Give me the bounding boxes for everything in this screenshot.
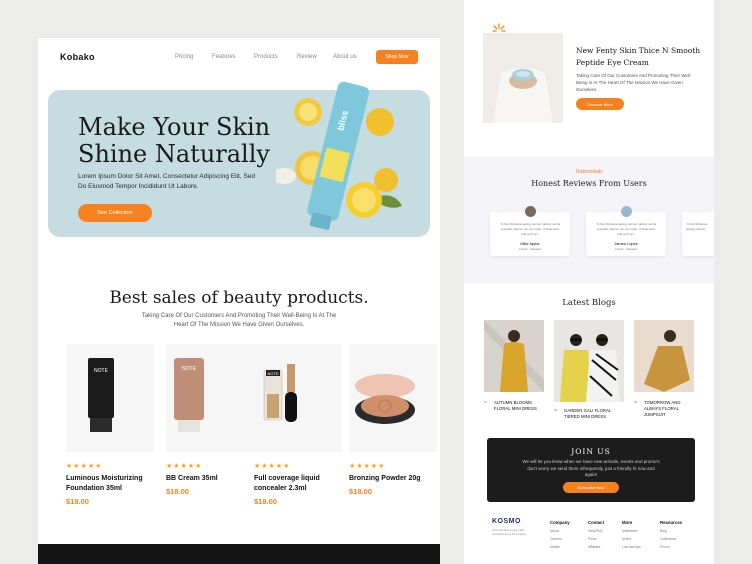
blog-card[interactable]: 04 TOMORROW AND ALWAYS FLORAL JUMPSUIT bbox=[634, 320, 694, 417]
product-price: $18.00 bbox=[349, 487, 372, 496]
testimonial-text: “In the Windows setting partner partner … bbox=[499, 222, 561, 236]
rating-stars: ★★★★★ bbox=[254, 463, 291, 470]
product-card[interactable]: NOTE ★★★★★ Full coverage liquid conceale… bbox=[254, 344, 342, 506]
nav-link-about[interactable]: About us bbox=[333, 54, 357, 60]
shop-now-button[interactable]: Shop Now bbox=[376, 50, 418, 64]
testimonials-title: Honest Reviews From Users bbox=[531, 179, 647, 188]
best-sales-subtitle: Taking Care Of Our Customers And Promoti… bbox=[141, 313, 337, 328]
join-title: JOIN US bbox=[571, 447, 611, 456]
feature-title: New Fenty Skin Thice N Smooth Peptide Ey… bbox=[576, 46, 701, 67]
rating-stars: ★★★★★ bbox=[349, 463, 386, 470]
testimonial-text: “In the Windows setting partner” bbox=[686, 222, 708, 231]
footer-heading: Resources bbox=[660, 520, 682, 525]
footer-heading: More bbox=[622, 520, 633, 525]
rating-stars: ★★★★★ bbox=[66, 463, 103, 470]
footer-link[interactable]: Airline bbox=[622, 537, 662, 541]
product-image[interactable] bbox=[349, 344, 437, 452]
blog-card[interactable]: 07 AUTUMN BLOOMS FLORAL MINI DRESS bbox=[484, 320, 544, 411]
nav-link-features[interactable]: Features bbox=[212, 54, 236, 60]
join-us-banner: JOIN US We will let you know when we hav… bbox=[487, 438, 695, 502]
product-price: $18.00 bbox=[66, 497, 89, 506]
avatar bbox=[525, 206, 536, 217]
footer-link[interactable]: Careers bbox=[550, 537, 590, 541]
blog-date: 04 bbox=[634, 400, 638, 404]
blog-date: 09 bbox=[554, 408, 558, 412]
product-price: $18.00 bbox=[254, 497, 277, 506]
product-name[interactable]: Full coverage liquid concealer 2.3ml bbox=[254, 474, 342, 494]
nav-link-review[interactable]: Review bbox=[297, 54, 317, 60]
product-card[interactable]: NOTE ★★★★★ BB Cream 35ml $18.00 bbox=[166, 344, 254, 496]
footer-column: Resources Blog Collections Promo bbox=[660, 520, 700, 549]
blog-name[interactable]: GARDEN GALI FLORAL TIERED MINI DRESS bbox=[564, 408, 626, 420]
mobile-page: New Fenty Skin Thice N Smooth Peptide Ey… bbox=[464, 0, 714, 564]
footer-link[interactable]: Blog bbox=[660, 529, 700, 533]
testimonial-location: Lahore, Pakistan bbox=[614, 247, 638, 251]
landing-page: Kobako Pricing Features Products Review … bbox=[38, 38, 440, 564]
feature-subtitle: Taking Care Of Our Customers And Promoti… bbox=[576, 73, 692, 92]
join-subtitle: We will let you know when we have new ar… bbox=[522, 459, 660, 477]
product-name[interactable]: Luminous Moisturizing Foundation 35ml bbox=[66, 474, 154, 494]
product-name[interactable]: BB Cream 35ml bbox=[166, 474, 254, 484]
product-image[interactable]: NOTE bbox=[166, 344, 254, 452]
blog-name[interactable]: TOMORROW AND ALWAYS FLORAL JUMPSUIT bbox=[644, 400, 696, 418]
testimonial-location: Lahore, Pakistan bbox=[518, 247, 542, 251]
testimonial-text: “In the Windows setting partner partner … bbox=[595, 222, 657, 236]
product-card[interactable]: ★★★★★ Bronzing Powder 20g $18.00 bbox=[349, 344, 437, 496]
blogs-title: Latest Blogs bbox=[562, 298, 616, 308]
product-brand-label: NOTE bbox=[267, 371, 278, 376]
footer-link[interactable]: About bbox=[550, 529, 590, 533]
footer-column: Company About Careers Mobile bbox=[550, 520, 590, 549]
testimonial-card[interactable]: “In the Windows setting partner partner … bbox=[490, 206, 570, 256]
testimonial-name: James Lopez bbox=[614, 241, 638, 246]
nav-link-pricing[interactable]: Pricing bbox=[175, 54, 193, 60]
testimonials-kicker: Testimonials bbox=[575, 169, 603, 175]
blog-image[interactable] bbox=[554, 320, 624, 402]
hero-product-image: bliss bbox=[276, 81, 402, 230]
footer-link[interactable]: Promo bbox=[660, 545, 700, 549]
product-brand-label: NOTE bbox=[94, 368, 109, 374]
testimonial-name: Mike taylor bbox=[520, 241, 540, 246]
dark-footer-strip bbox=[38, 544, 440, 564]
testimonial-card[interactable]: “In the Windows setting partner” bbox=[682, 212, 714, 256]
best-sales-title: Best sales of beauty products. bbox=[109, 288, 369, 308]
product-card[interactable]: NOTE ★★★★★ Luminous Moisturizing Foundat… bbox=[66, 344, 154, 506]
blog-image[interactable] bbox=[484, 320, 544, 392]
product-name[interactable]: Bronzing Powder 20g bbox=[349, 474, 437, 484]
blog-name[interactable]: AUTUMN BLOOMS FLORAL MINI DRESS bbox=[494, 400, 546, 412]
footer-link[interactable]: Low fare tips bbox=[622, 545, 662, 549]
footer-tagline: Some text here to give a little descript… bbox=[492, 529, 527, 536]
footer-link[interactable]: Mobile bbox=[550, 545, 590, 549]
footer-logo[interactable]: KOSMO bbox=[492, 518, 521, 525]
see-collection-button[interactable]: See Collection bbox=[78, 204, 152, 222]
avatar bbox=[621, 206, 632, 217]
testimonial-card[interactable]: “In the Windows setting partner partner … bbox=[586, 206, 666, 256]
feature-product-image[interactable] bbox=[483, 33, 563, 123]
footer-heading: Company bbox=[550, 520, 570, 525]
nav-link-products[interactable]: Products bbox=[254, 54, 278, 60]
footer-link[interactable]: Collections bbox=[660, 537, 700, 541]
subscribe-button[interactable]: Subscribe Now bbox=[563, 482, 619, 493]
product-brand-label: NOTE bbox=[182, 366, 197, 372]
footer-link[interactable]: Airlinefees bbox=[622, 529, 662, 533]
product-price: $18.00 bbox=[166, 487, 189, 496]
blog-card[interactable]: 09 GARDEN GALI FLORAL TIERED MINI DRESS bbox=[554, 320, 624, 419]
hero-subtitle: Lorem Ipsum Dolor Sit Amet, Consectetur … bbox=[78, 173, 256, 190]
footer-column: More Airlinefees Airline Low fare tips bbox=[622, 520, 662, 549]
rating-stars: ★★★★★ bbox=[166, 463, 203, 470]
product-image[interactable]: NOTE bbox=[254, 344, 342, 452]
brand-logo[interactable]: Kobako bbox=[60, 52, 95, 62]
blog-date: 07 bbox=[484, 400, 488, 404]
product-image[interactable]: NOTE bbox=[66, 344, 154, 452]
blog-image[interactable] bbox=[634, 320, 694, 392]
top-navbar: Kobako Pricing Features Products Review … bbox=[38, 38, 440, 78]
hero-title: Make Your Skin Shine Naturally bbox=[78, 113, 271, 168]
discover-more-button[interactable]: Discover More bbox=[576, 98, 624, 110]
